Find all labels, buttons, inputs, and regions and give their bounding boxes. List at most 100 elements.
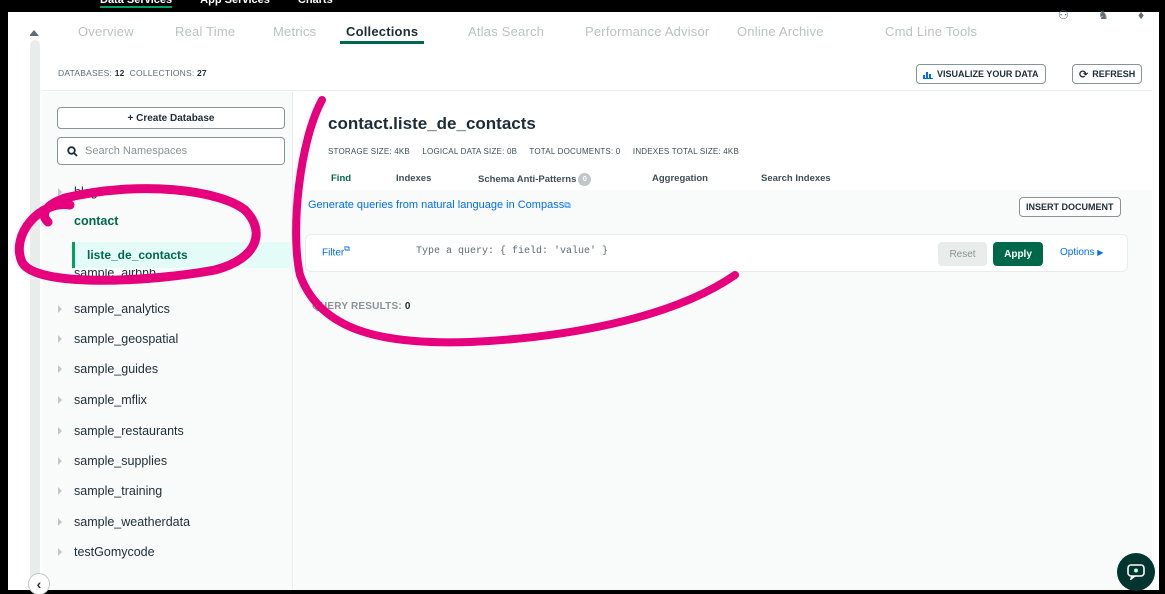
tab-online-archive[interactable]: Online Archive [737, 24, 824, 39]
filter-link[interactable]: Filter⧉ [322, 244, 350, 258]
db-item-sample-mflix[interactable]: sample_mflix [42, 385, 293, 415]
bell-icon[interactable]: ♦ [1138, 8, 1144, 22]
collection-tabs: Overview Real Time Metrics Collections A… [0, 24, 1165, 48]
logical-data-size: LOGICAL DATA SIZE: 0B [422, 147, 518, 156]
chat-button[interactable] [1117, 553, 1155, 591]
databases-count: 12 [114, 68, 125, 78]
reset-button[interactable]: Reset [938, 242, 987, 266]
top-nav: Data Services App Services Charts [0, 0, 1165, 22]
subtab-find[interactable]: Find [331, 173, 351, 184]
db-item-sample-restaurants[interactable]: sample_restaurants [42, 416, 293, 446]
nav-data-services[interactable]: Data Services [100, 0, 173, 8]
search-namespaces[interactable] [57, 137, 285, 165]
collections-label: COLLECTIONS: [129, 68, 195, 78]
db-item-blog[interactable]: blog [42, 177, 293, 207]
collections-count: 27 [196, 68, 207, 78]
db-item-sample-geospatial[interactable]: sample_geospatial [42, 324, 293, 354]
add-user-icon[interactable]: ⚇ [1058, 8, 1069, 22]
databases-label: DATABASES: [58, 68, 113, 78]
find-panel: Generate queries from natural language i… [294, 190, 1152, 594]
schema-count-badge: 0 [578, 173, 592, 186]
search-input[interactable] [85, 145, 265, 157]
tab-collections[interactable]: Collections [339, 24, 425, 44]
tab-real-time[interactable]: Real Time [175, 24, 235, 39]
db-item-sample-training[interactable]: sample_training [42, 476, 293, 506]
caret-right-icon [58, 487, 62, 495]
db-label: sample_supplies [74, 454, 168, 468]
tab-overview[interactable]: Overview [78, 24, 134, 39]
search-icon [67, 145, 78, 157]
db-label: sample_guides [74, 362, 159, 376]
create-database-button[interactable]: + Create Database [57, 107, 285, 129]
tab-cmd-line-tools[interactable]: Cmd Line Tools [885, 24, 977, 39]
storage-size: STORAGE SIZE: 4KB [328, 147, 410, 156]
subtab-aggregation[interactable]: Aggregation [652, 173, 708, 184]
options-toggle[interactable]: Options ▶ [1060, 247, 1103, 258]
subtab-search-indexes[interactable]: Search Indexes [761, 173, 831, 184]
external-link-icon: ⧉ [344, 244, 350, 253]
db-label: contact [74, 214, 119, 228]
schema-label: Schema Anti-Patterns [478, 174, 577, 186]
indexes-total-size: INDEXES TOTAL SIZE: 4KB [632, 147, 740, 156]
user-icon[interactable]: ♞ [1098, 8, 1109, 22]
db-label: sample_training [74, 484, 163, 498]
query-results: QUERY RESULTS: 0 [312, 301, 411, 312]
collection-subtabs: Find Indexes Schema Anti-Patterns 0 Aggre… [294, 167, 1152, 189]
subtab-schema-anti-patterns[interactable]: Schema Anti-Patterns 0 [478, 173, 592, 186]
visualize-data-button[interactable]: VISUALIZE YOUR DATA [916, 64, 1046, 84]
nav-app-services[interactable]: App Services [200, 0, 270, 8]
db-label: testGomycode [74, 545, 155, 559]
collection-stats: STORAGE SIZE: 4KB LOGICAL DATA SIZE: 0B … [328, 147, 749, 156]
collection-label: liste_de_contacts [87, 248, 188, 262]
caret-right-icon [58, 188, 62, 196]
compass-link-label: Generate queries from natural language i… [308, 199, 565, 211]
scrollbar[interactable] [30, 40, 40, 580]
db-item-sample-weatherdata[interactable]: sample_weatherdata [42, 507, 293, 537]
filter-bar: Filter⧉ Type a query: { field: 'value' }… [305, 234, 1128, 272]
total-documents: TOTAL DOCUMENTS: 0 [529, 147, 621, 156]
db-item-sample-airbnb[interactable]: sample_airbnb [42, 269, 293, 287]
caret-right-icon [58, 548, 62, 556]
db-item-sample-supplies[interactable]: sample_supplies [42, 446, 293, 476]
caret-right-icon: ▶ [1097, 248, 1104, 257]
collection-view: contact.liste_de_contacts STORAGE SIZE: … [294, 92, 1152, 594]
filter-input[interactable]: Type a query: { field: 'value' } [416, 246, 608, 257]
db-item-sample-guides[interactable]: sample_guides [42, 354, 293, 384]
db-label: sample_restaurants [74, 424, 184, 438]
db-item-testgomycode[interactable]: testGomycode [42, 537, 293, 567]
caret-right-icon [58, 518, 62, 526]
chart-icon [923, 71, 933, 79]
caret-right-icon [58, 274, 62, 282]
insert-document-button[interactable]: INSERT DOCUMENT [1019, 197, 1121, 217]
db-label: sample_geospatial [74, 332, 179, 346]
db-item-contact[interactable]: contact [42, 206, 293, 236]
external-link-icon: ⧉ [564, 200, 571, 210]
collection-item-liste-de-contacts[interactable]: liste_de_contacts [72, 242, 293, 268]
collection-title: contact.liste_de_contacts [328, 114, 536, 133]
nav-charts[interactable]: Charts [298, 0, 333, 8]
caret-right-icon [58, 335, 62, 343]
db-label: sample_airbnb [74, 269, 156, 280]
caret-right-icon [58, 457, 62, 465]
counts-bar: DATABASES: 12 COLLECTIONS: 27 VISUALIZE … [42, 59, 1152, 91]
caret-down-icon [58, 217, 62, 225]
tab-atlas-search[interactable]: Atlas Search [468, 24, 544, 39]
compass-link[interactable]: Generate queries from natural language i… [308, 199, 571, 211]
caret-right-icon [58, 396, 62, 404]
refresh-button[interactable]: ⟳ REFRESH [1072, 64, 1143, 84]
collapse-sidebar-button[interactable]: ‹ [28, 573, 50, 594]
db-label: sample_analytics [74, 302, 170, 316]
caret-right-icon [58, 365, 62, 373]
query-results-count: 0 [404, 301, 411, 312]
tab-metrics[interactable]: Metrics [273, 24, 316, 39]
chat-icon [1127, 564, 1145, 580]
visualize-label: VISUALIZE YOUR DATA [937, 69, 1039, 79]
subtab-indexes[interactable]: Indexes [396, 173, 431, 184]
tab-performance-advisor[interactable]: Performance Advisor [585, 24, 709, 39]
db-item-sample-analytics[interactable]: sample_analytics [42, 294, 293, 324]
apply-button[interactable]: Apply [993, 242, 1043, 266]
caret-right-icon [58, 305, 62, 313]
refresh-icon: ⟳ [1079, 68, 1089, 81]
db-label: blog [74, 185, 98, 199]
db-label: sample_mflix [74, 393, 147, 407]
